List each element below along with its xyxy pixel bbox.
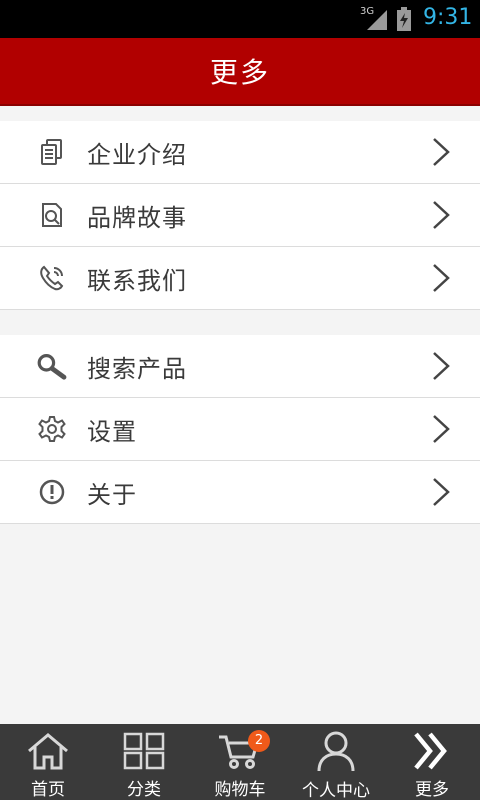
- clock: 9:31: [423, 5, 473, 30]
- menu-item-label: 品牌故事: [87, 203, 187, 232]
- grid-icon: [120, 730, 168, 771]
- tab-label: 个人中心: [302, 781, 370, 800]
- status-bar: 3G 9:31: [0, 0, 480, 38]
- tab-label: 分类: [127, 780, 161, 800]
- menu-group-2: 搜索产品 设置 关于: [0, 335, 480, 524]
- user-icon: [312, 730, 360, 772]
- menu-item-label: 联系我们: [87, 266, 187, 295]
- info-icon: [36, 476, 68, 508]
- document-icon: [36, 136, 68, 168]
- tab-label: 首页: [31, 780, 65, 800]
- menu-group-1: 企业介绍 品牌故事 联系我们: [0, 121, 480, 310]
- tab-label: 更多: [415, 780, 449, 800]
- chevron-right-icon: [430, 350, 452, 382]
- menu-item-about[interactable]: 关于: [0, 461, 480, 524]
- menu-item-label: 企业介绍: [87, 140, 187, 169]
- home-icon: [24, 730, 72, 771]
- double-chevron-icon: [408, 730, 456, 771]
- chevron-right-icon: [430, 476, 452, 508]
- menu-item-label: 搜索产品: [87, 354, 187, 383]
- battery-icon: [396, 7, 412, 35]
- menu-item-settings[interactable]: 设置: [0, 398, 480, 461]
- chevron-right-icon: [430, 413, 452, 445]
- gear-icon: [36, 413, 68, 445]
- phone-icon: [36, 262, 68, 294]
- bottom-tab-bar: 首页 分类 购物车 个人中心 更多: [0, 724, 480, 800]
- page-title: 更多: [209, 56, 270, 89]
- menu-item-search-products[interactable]: 搜索产品: [0, 335, 480, 398]
- tab-home[interactable]: 首页: [0, 724, 96, 800]
- menu-item-company-intro[interactable]: 企业介绍: [0, 121, 480, 184]
- header-bar: 更多: [0, 38, 480, 106]
- tab-more[interactable]: 更多: [384, 724, 480, 800]
- tab-category[interactable]: 分类: [96, 724, 192, 800]
- cart-count-badge: 2: [248, 730, 270, 752]
- menu-item-label: 设置: [87, 417, 137, 446]
- signal-icon: [365, 8, 389, 34]
- tab-user-center[interactable]: 个人中心: [288, 724, 384, 800]
- chevron-right-icon: [430, 199, 452, 231]
- tab-label: 购物车: [214, 780, 266, 800]
- menu-item-brand-story[interactable]: 品牌故事: [0, 184, 480, 247]
- document-search-icon: [36, 199, 68, 231]
- menu-item-contact-us[interactable]: 联系我们: [0, 247, 480, 310]
- search-icon: [36, 350, 68, 382]
- chevron-right-icon: [430, 262, 452, 294]
- menu-item-label: 关于: [87, 480, 137, 509]
- chevron-right-icon: [430, 136, 452, 168]
- tab-cart[interactable]: 购物车: [192, 724, 288, 800]
